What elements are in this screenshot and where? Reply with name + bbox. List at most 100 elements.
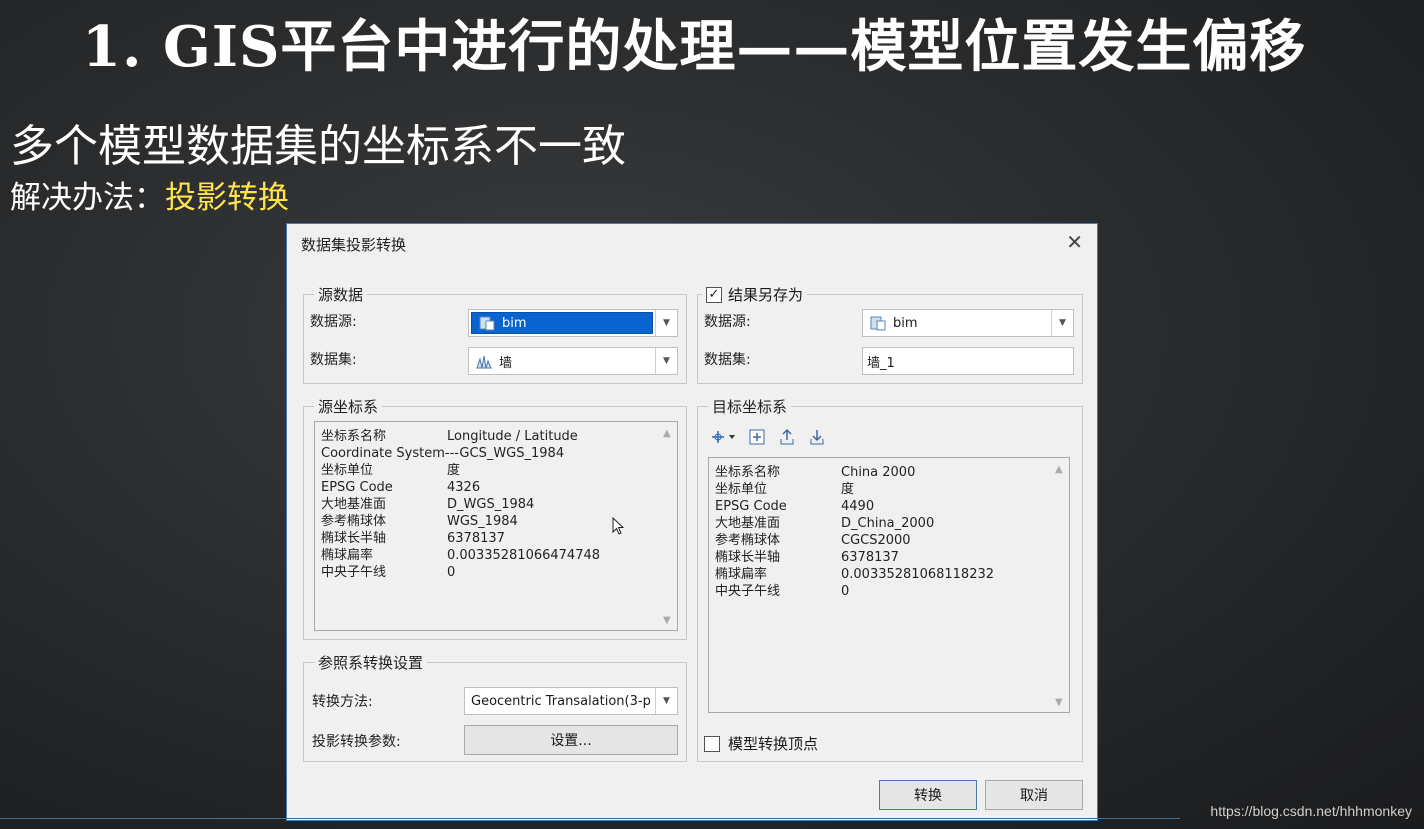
info-row: 中央子午线 0 — [321, 564, 455, 581]
scroll-down-icon[interactable]: ▼ — [663, 615, 671, 626]
settings-button[interactable]: 设置... — [464, 725, 678, 755]
info-value: 0.00335281066474748 — [447, 548, 601, 563]
target-crs-info[interactable]: 坐标系名称 China 2000 坐标单位 度 EPSG Code 4490 大地基准面 D_… — [708, 457, 1070, 713]
source-datasource-value: bim — [471, 312, 653, 334]
vertex-transform-checkbox[interactable] — [704, 735, 720, 752]
cancel-button[interactable]: 取消 — [985, 780, 1083, 810]
info-row: 椭球长半轴 6378137 — [715, 549, 899, 566]
source-dataset-label: 数据集: — [310, 352, 357, 368]
info-value: D_China_2000 — [841, 516, 935, 531]
result-save-checkbox[interactable]: ✓ — [706, 286, 722, 303]
source-crs-group: 源坐标系 坐标系名称 Longitude / Latitude Coordinate… — [303, 396, 687, 640]
info-row: 坐标系名称 Longitude / Latitude — [321, 428, 578, 445]
info-key: EPSG Code — [321, 480, 393, 495]
target-crs-group: 目标坐标系 坐标系名称 China 2000 坐标单位 度 EPSG Code 4490 大… — [697, 396, 1083, 762]
info-key: Coordinate System---GCS_WGS_1984 — [321, 446, 565, 461]
info-value: 6378137 — [841, 550, 899, 565]
info-value: 度 — [841, 482, 855, 497]
close-icon[interactable]: ✕ — [1066, 230, 1083, 254]
info-value: 4490 — [841, 499, 875, 514]
info-key: 坐标单位 — [715, 482, 768, 497]
info-row: Coordinate System---GCS_WGS_1984 — [321, 445, 564, 462]
info-value: WGS_1984 — [447, 514, 518, 529]
info-key: 坐标系名称 — [321, 429, 387, 444]
info-key: 椭球扁率 — [715, 567, 768, 582]
info-row: 参考椭球体 CGCS2000 — [715, 532, 911, 549]
source-dataset-combo[interactable]: 墙 ▼ — [468, 347, 678, 375]
info-value: 6378137 — [447, 531, 505, 546]
result-group-header: ✓ 结果另存为 — [702, 284, 808, 305]
convert-button[interactable]: 转换 — [879, 780, 977, 810]
info-row: 椭球扁率 0.00335281066474748 — [321, 547, 600, 564]
import-crs-icon[interactable] — [746, 427, 768, 447]
source-data-label: 源数据 — [314, 284, 368, 305]
scroll-up-icon[interactable]: ▲ — [1055, 464, 1063, 475]
scroll-up-icon[interactable]: ▲ — [663, 428, 671, 439]
slide-subtitle: 多个模型数据集的坐标系不一致 — [10, 121, 626, 172]
info-value: D_WGS_1984 — [447, 497, 535, 512]
info-row: 大地基准面 D_WGS_1984 — [321, 496, 534, 513]
info-key: 参考椭球体 — [321, 514, 387, 529]
transform-settings-group: 参照系转换设置 转换方法: Geocentric Transalation(3-… — [303, 652, 687, 762]
coordinate-system-icon[interactable] — [708, 427, 738, 447]
info-key: 椭球长半轴 — [321, 531, 387, 546]
bottom-line — [0, 818, 1180, 819]
info-row: 参考椭球体 WGS_1984 — [321, 513, 518, 530]
result-dataset-input[interactable]: 墙_1 — [862, 347, 1074, 375]
dialog-title: 数据集投影转换 — [301, 236, 407, 254]
info-row: 大地基准面 D_China_2000 — [715, 515, 934, 532]
info-row: 坐标系名称 China 2000 — [715, 464, 915, 481]
info-scrollbar[interactable]: ▲ ▼ — [1051, 458, 1069, 712]
vertex-transform-label: 模型转换顶点 — [728, 735, 819, 753]
source-datasource-label: 数据源: — [310, 314, 357, 330]
chevron-down-icon[interactable]: ▼ — [655, 348, 677, 374]
info-value: 0.00335281068118232 — [841, 567, 995, 582]
info-scrollbar[interactable]: ▲ ▼ — [659, 422, 677, 630]
info-key: 椭球长半轴 — [715, 550, 781, 565]
info-value: CGCS2000 — [841, 533, 911, 548]
datasource-icon — [870, 316, 886, 331]
datasource-icon — [479, 316, 495, 331]
result-save-label: 结果另存为 — [728, 286, 804, 304]
result-datasource-label: 数据源: — [704, 314, 751, 330]
info-key: EPSG Code — [715, 499, 787, 514]
transform-method-value: Geocentric Transalation(3-p — [471, 693, 651, 709]
transform-method-combo[interactable]: Geocentric Transalation(3-p ▼ — [464, 687, 678, 715]
source-crs-label: 源坐标系 — [314, 396, 383, 417]
info-row: EPSG Code 4326 — [321, 479, 480, 496]
chevron-down-icon[interactable]: ▼ — [655, 688, 677, 714]
chevron-down-icon[interactable]: ▼ — [655, 310, 677, 336]
info-key: 坐标系名称 — [715, 465, 781, 480]
export-up-icon[interactable] — [776, 427, 798, 447]
slide-solution: 解决办法：投影转换 — [10, 172, 289, 217]
scroll-down-icon[interactable]: ▼ — [1055, 697, 1063, 708]
model-dataset-icon — [476, 355, 492, 369]
info-key: 中央子午线 — [715, 584, 781, 599]
result-dataset-label: 数据集: — [704, 352, 751, 368]
watermark: https://blog.csdn.net/hhhmonkey — [1210, 803, 1412, 819]
source-dataset-value: 墙 — [469, 348, 655, 374]
info-value: 度 — [447, 463, 461, 478]
import-down-icon[interactable] — [806, 427, 828, 447]
transform-method-label: 转换方法: — [312, 694, 373, 710]
info-row: EPSG Code 4490 — [715, 498, 874, 515]
info-row: 坐标单位 度 — [321, 462, 460, 479]
vertex-transform-row: 模型转换顶点 — [704, 733, 818, 754]
transform-params-label: 投影转换参数: — [312, 734, 401, 750]
solution-value: 投影转换 — [165, 180, 289, 216]
chevron-down-icon[interactable]: ▼ — [1051, 310, 1073, 336]
info-key: 坐标单位 — [321, 463, 374, 478]
result-datasource-value: bim — [863, 310, 1051, 336]
projection-dialog: 数据集投影转换 ✕ 源数据 数据源: bim ▼ 数据集: 墙 ▼ ✓ 结果另存… — [286, 223, 1098, 821]
slide-title: 1. GIS平台中进行的处理——模型位置发生偏移 — [82, 14, 1307, 80]
info-value: 0 — [447, 565, 456, 580]
result-datasource-combo[interactable]: bim ▼ — [862, 309, 1074, 337]
info-row: 椭球扁率 0.00335281068118232 — [715, 566, 994, 583]
info-key: 大地基准面 — [321, 497, 387, 512]
info-value: Longitude / Latitude — [447, 429, 578, 444]
source-datasource-combo[interactable]: bim ▼ — [468, 309, 678, 337]
transform-settings-label: 参照系转换设置 — [314, 652, 428, 673]
info-key: 椭球扁率 — [321, 548, 374, 563]
info-key: 参考椭球体 — [715, 533, 781, 548]
target-crs-label: 目标坐标系 — [708, 396, 792, 417]
